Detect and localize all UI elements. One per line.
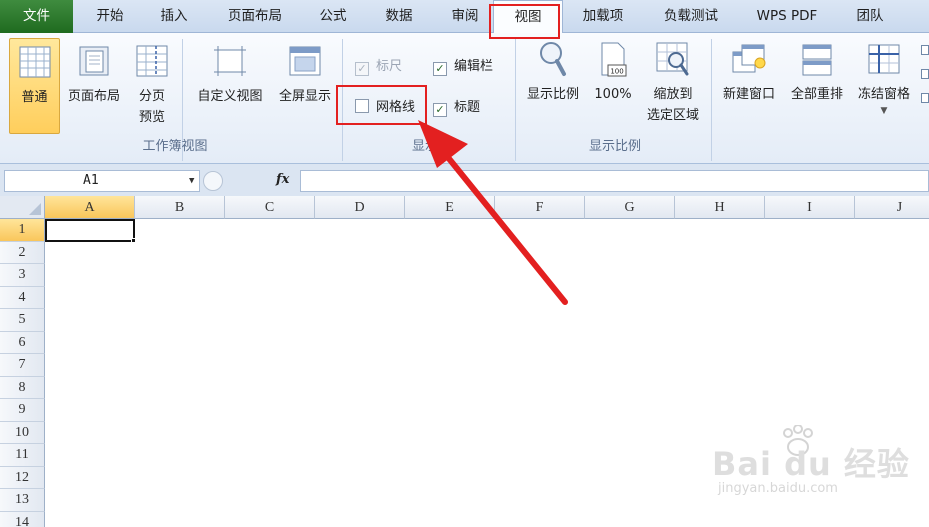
watermark-brand: Bai du 经验 (712, 445, 910, 483)
baidu-jingyan-watermark: Bai du 经验 jingyan.baidu.com (712, 424, 912, 505)
watermark-url: jingyan.baidu.com (718, 481, 838, 496)
